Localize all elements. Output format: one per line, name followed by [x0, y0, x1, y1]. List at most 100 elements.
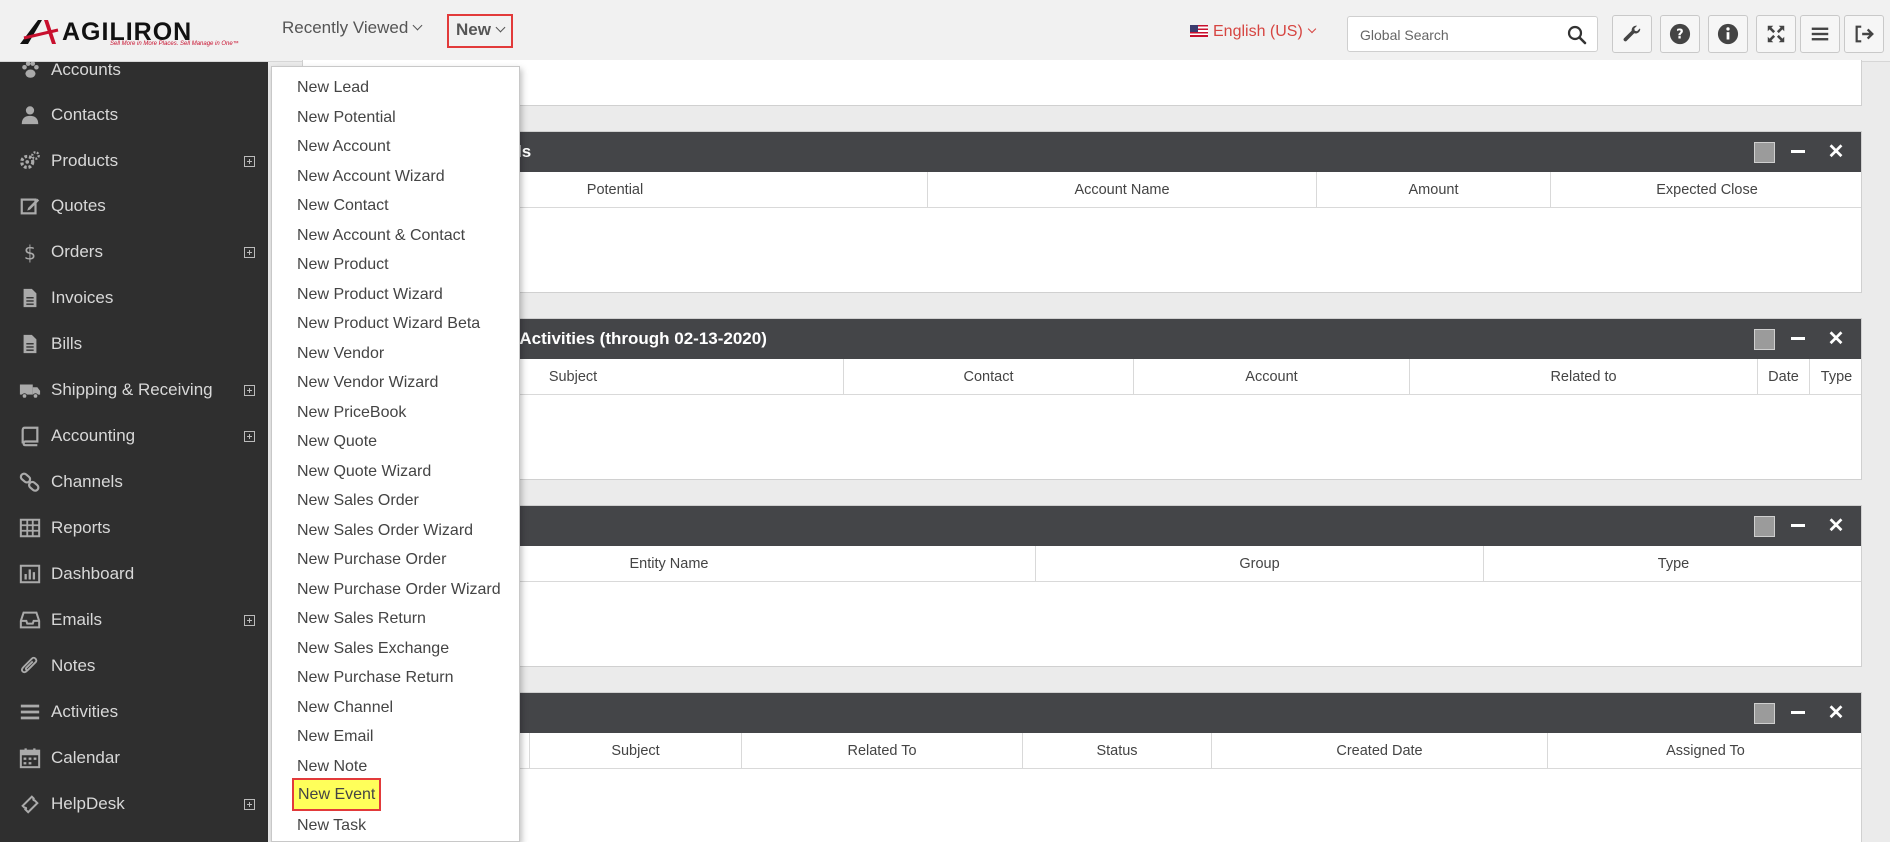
sidebar-item-label: Products: [51, 151, 119, 170]
menu-item-new-potential[interactable]: New Potential: [272, 103, 519, 132]
paw-icon: [18, 62, 42, 82]
menu-item-new-sales-order-wizard[interactable]: New Sales Order Wizard: [272, 516, 519, 545]
column-header[interactable]: Type: [1483, 546, 1863, 582]
menu-item-new-channel[interactable]: New Channel: [272, 693, 519, 722]
panel-settings-button[interactable]: [1754, 703, 1775, 724]
chevron-down-icon: [1307, 24, 1317, 34]
inbox-icon: [18, 608, 42, 632]
menu-item-new-product-wizard[interactable]: New Product Wizard: [272, 280, 519, 309]
expand-icon[interactable]: [244, 614, 255, 626]
menu-item-new-quote-wizard[interactable]: New Quote Wizard: [272, 457, 519, 486]
column-header[interactable]: Related To: [741, 733, 1022, 769]
menu-item-new-contact[interactable]: New Contact: [272, 191, 519, 220]
sidebar-item-accounting[interactable]: Accounting: [0, 416, 268, 456]
sidebar-item-reports[interactable]: Reports: [0, 508, 268, 548]
panel-minimize-button[interactable]: [1788, 703, 1808, 723]
recently-viewed-menu[interactable]: Recently Viewed: [282, 18, 423, 38]
help-icon: ?: [1669, 23, 1691, 45]
expand-icon[interactable]: [244, 430, 255, 442]
panel-minimize-button[interactable]: [1788, 516, 1808, 536]
column-header[interactable]: Type: [1809, 359, 1863, 395]
sidebar-item-dashboard[interactable]: Dashboard: [0, 554, 268, 594]
panel-settings-button[interactable]: [1754, 516, 1775, 537]
column-header[interactable]: Status: [1022, 733, 1211, 769]
menu-item-new-note[interactable]: New Note: [272, 752, 519, 781]
expand-icon[interactable]: [244, 384, 255, 396]
top-bar: AGILIRON Sell More in More Places. Sell …: [0, 0, 1890, 62]
agiliron-logo[interactable]: AGILIRON Sell More in More Places. Sell …: [18, 16, 239, 48]
column-header[interactable]: Subject: [529, 733, 741, 769]
column-header[interactable]: Account Name: [927, 172, 1316, 208]
panel-close-button[interactable]: ✕: [1825, 702, 1847, 724]
sidebar-item-activities[interactable]: Activities: [0, 692, 268, 732]
menu-item-new-sales-order[interactable]: New Sales Order: [272, 486, 519, 515]
sidebar-item-invoices[interactable]: Invoices: [0, 278, 268, 318]
menu-item-new-task[interactable]: New Task: [272, 811, 519, 840]
fullscreen-button[interactable]: [1756, 15, 1796, 53]
menu-item-new-pricebook[interactable]: New PriceBook: [272, 398, 519, 427]
sidebar-item-orders[interactable]: $ Orders: [0, 232, 268, 272]
panel-settings-button[interactable]: [1754, 142, 1775, 163]
sidebar-item-emails[interactable]: Emails: [0, 600, 268, 640]
column-header[interactable]: Contact: [843, 359, 1133, 395]
global-search-input[interactable]: [1360, 25, 1560, 45]
sidebar-item-accounts[interactable]: Accounts: [0, 62, 268, 90]
column-header[interactable]: Account: [1133, 359, 1409, 395]
sidebar-item-label: Invoices: [51, 288, 114, 307]
panel-minimize-button[interactable]: [1788, 142, 1808, 162]
menu-item-new-purchase-order[interactable]: New Purchase Order: [272, 545, 519, 574]
panel-minimize-button[interactable]: [1788, 329, 1808, 349]
link-icon: [18, 470, 42, 494]
menu-item-new-purchase-order-wizard[interactable]: New Purchase Order Wizard: [272, 575, 519, 604]
column-header[interactable]: Group: [1035, 546, 1483, 582]
sidebar: Accounts Contacts Products Quotes $ Orde…: [0, 62, 268, 842]
sidebar-item-products[interactable]: Products: [0, 141, 268, 181]
new-menu-button[interactable]: New: [447, 14, 513, 48]
sidebar-item-shipping-receiving[interactable]: Shipping & Receiving: [0, 370, 268, 410]
column-header[interactable]: Expected Close: [1550, 172, 1863, 208]
menu-item-new-sales-exchange[interactable]: New Sales Exchange: [272, 634, 519, 663]
table-header: Subject Contact Account Related to Date …: [303, 359, 1861, 395]
menu-item-new-account-wizard[interactable]: New Account Wizard: [272, 162, 519, 191]
menu-item-new-lead[interactable]: New Lead: [272, 73, 519, 102]
logout-button[interactable]: [1844, 15, 1884, 53]
menu-item-new-sales-return[interactable]: New Sales Return: [272, 604, 519, 633]
column-header[interactable]: Related to: [1409, 359, 1757, 395]
sidebar-item-calendar[interactable]: Calendar: [0, 738, 268, 778]
sidebar-item-helpdesk[interactable]: HelpDesk: [0, 784, 268, 824]
menu-item-new-quote[interactable]: New Quote: [272, 427, 519, 456]
sidebar-item-bills[interactable]: Bills: [0, 324, 268, 364]
menu-item-new-email[interactable]: New Email: [272, 722, 519, 751]
column-header[interactable]: Date: [1757, 359, 1809, 395]
sidebar-item-quotes[interactable]: Quotes: [0, 186, 268, 226]
sidebar-item-notes[interactable]: Notes: [0, 646, 268, 686]
column-header[interactable]: Amount: [1316, 172, 1550, 208]
sidebar-item-channels[interactable]: Channels: [0, 462, 268, 502]
menu-item-new-product-wizard-beta[interactable]: New Product Wizard Beta: [272, 309, 519, 338]
menu-item-new-event[interactable]: New Event: [292, 778, 382, 811]
menu-item-new-vendor-wizard[interactable]: New Vendor Wizard: [272, 368, 519, 397]
panel-close-button[interactable]: ✕: [1825, 515, 1847, 537]
column-header[interactable]: Assigned To: [1547, 733, 1863, 769]
panel-close-button[interactable]: ✕: [1825, 328, 1847, 350]
menu-item-new-product[interactable]: New Product: [272, 250, 519, 279]
menu-item-new-account-contact[interactable]: New Account & Contact: [272, 221, 519, 250]
panel-close-button[interactable]: ✕: [1825, 141, 1847, 163]
help-button[interactable]: ?: [1660, 15, 1700, 53]
info-button[interactable]: [1708, 15, 1748, 53]
menu-button[interactable]: [1800, 15, 1840, 53]
language-selector[interactable]: English (US): [1190, 23, 1317, 41]
menu-item-new-purchase-return[interactable]: New Purchase Return: [272, 663, 519, 692]
panel-settings-button[interactable]: [1754, 329, 1775, 350]
sidebar-item-contacts[interactable]: Contacts: [0, 95, 268, 135]
settings-button[interactable]: [1612, 15, 1652, 53]
expand-icon[interactable]: [244, 155, 255, 167]
column-header[interactable]: Created Date: [1211, 733, 1547, 769]
menu-item-new-account[interactable]: New Account: [272, 132, 519, 161]
panel-header: nding Activities (through 02-13-2020) ✕: [303, 319, 1861, 359]
potentials-panel: ls ✕ Potential Account Name Amount Expec…: [302, 131, 1862, 293]
expand-icon[interactable]: [244, 246, 255, 258]
expand-icon[interactable]: [244, 798, 255, 810]
menu-item-new-vendor[interactable]: New Vendor: [272, 339, 519, 368]
search-icon[interactable]: [1567, 25, 1587, 45]
